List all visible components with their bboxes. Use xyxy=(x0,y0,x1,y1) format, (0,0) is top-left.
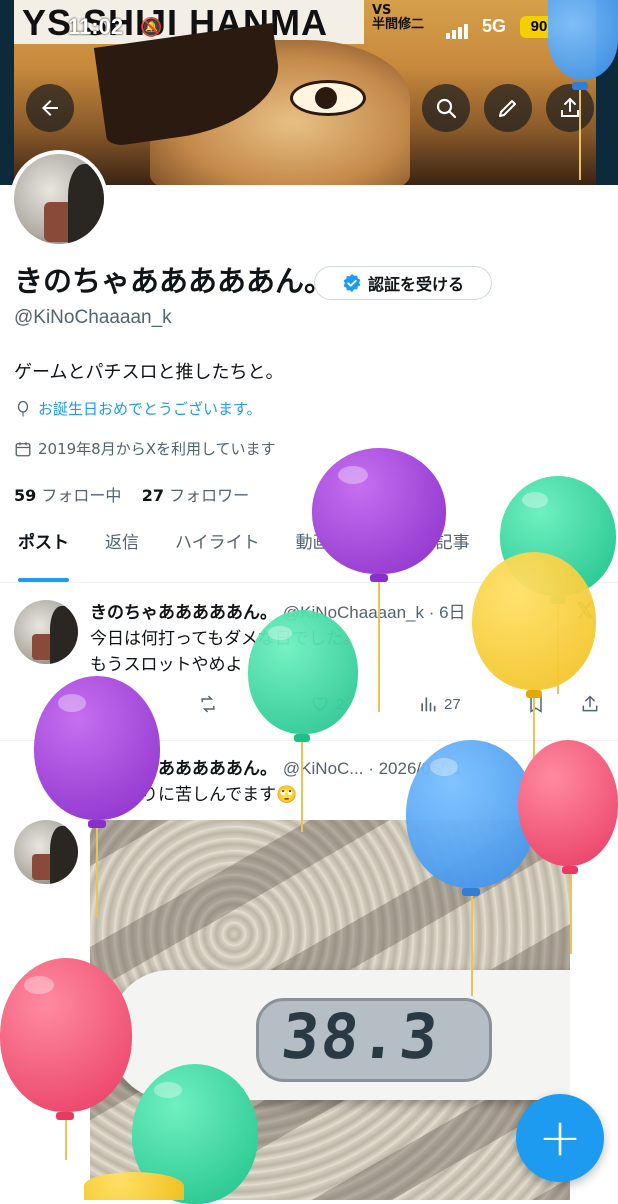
search-icon xyxy=(436,98,457,119)
tab-highlights[interactable]: ハイライト xyxy=(157,528,278,582)
compose-plus-icon: + xyxy=(538,1108,582,1168)
silent-bell-icon: 🔕 xyxy=(140,17,163,38)
edit-icon xyxy=(499,100,516,117)
tab-replies[interactable]: 返信 xyxy=(87,528,157,582)
profile-display-name: きのちゃあああああん。 xyxy=(14,264,334,298)
repost-icon xyxy=(201,695,215,713)
status-time: 11:02 xyxy=(68,14,124,39)
birthday-text: お誕生日おめでとうございます。 xyxy=(38,400,262,418)
views-button[interactable]: 27 xyxy=(418,694,461,714)
followers-link[interactable]: 27 フォロワー xyxy=(142,486,249,505)
profile-bio: ゲームとパチスロと推したちと。 xyxy=(14,362,284,383)
back-icon xyxy=(42,100,58,116)
status-bar: 11:02 🔕 5G 90 xyxy=(0,0,618,56)
post-author-name[interactable]: きのちゃあああああん。 xyxy=(90,603,277,623)
joined-text: 2019年8月からXを利用しています xyxy=(38,440,276,458)
network-label: 5G xyxy=(482,16,507,36)
signal-icon xyxy=(446,20,470,39)
compose-post-button[interactable]: + xyxy=(516,1094,604,1182)
post-share-button[interactable] xyxy=(580,694,600,714)
views-count: 27 xyxy=(444,695,461,713)
balloon-location-icon xyxy=(17,400,29,416)
back-button[interactable] xyxy=(26,84,74,132)
share-button[interactable] xyxy=(546,84,594,132)
tab-posts[interactable]: ポスト xyxy=(0,528,87,582)
calendar-icon xyxy=(15,441,31,456)
verify-label: 認証を受ける xyxy=(367,275,464,294)
following-link[interactable]: 59 フォロー中 xyxy=(14,486,121,505)
repost-button[interactable] xyxy=(198,694,218,714)
banner-character-eye xyxy=(290,80,366,116)
follow-stats: 59 フォロー中 27 フォロワー xyxy=(14,482,249,506)
edit-profile-button[interactable] xyxy=(484,84,532,132)
verified-badge-icon xyxy=(343,273,361,293)
post-avatar[interactable] xyxy=(14,600,78,664)
profile-handle: @KiNoChaaaan_k xyxy=(14,307,172,328)
share-icon xyxy=(582,695,598,712)
post-avatar[interactable] xyxy=(14,820,78,884)
profile-avatar[interactable] xyxy=(10,150,108,248)
thermometer-reading: 38.3 xyxy=(278,1000,444,1073)
search-button[interactable] xyxy=(422,84,470,132)
birthday-line[interactable]: お誕生日おめでとうございます。 xyxy=(14,398,262,419)
get-verified-button[interactable]: 認証を受ける xyxy=(314,266,492,300)
joined-line: 2019年8月からXを利用しています xyxy=(14,438,276,459)
views-icon xyxy=(421,697,436,712)
